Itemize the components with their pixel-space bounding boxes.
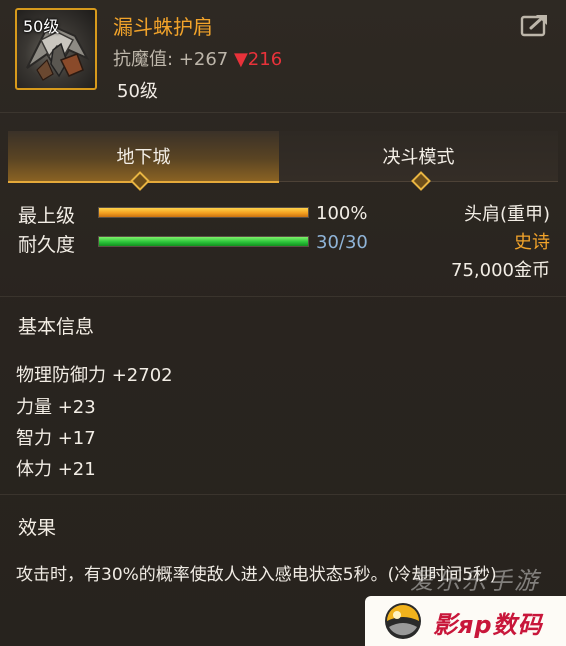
attribute-vitality: 体力 +21 — [16, 459, 96, 480]
watermark-badge-text: 影яр数码 — [433, 611, 543, 639]
tab-label: 决斗模式 — [382, 147, 455, 168]
anti-magic-stat: 抗魔值: +267 ▼216 — [113, 45, 282, 71]
anti-magic-decrease: ▼216 — [233, 49, 283, 70]
section-divider — [0, 494, 566, 495]
attribute-intelligence: 智力 +17 — [16, 428, 96, 449]
share-button[interactable] — [520, 12, 550, 38]
durability-value: 30/30 — [316, 232, 368, 253]
attribute-strength: 力量 +23 — [16, 397, 96, 418]
attribute-physical-defense: 物理防御力 +2702 — [16, 365, 173, 386]
watermark-badge: 影яр数码 — [365, 596, 566, 646]
share-icon — [520, 15, 547, 37]
grade-bar-fill — [99, 208, 308, 217]
watermark-text: 爱乐乐手游 — [410, 567, 540, 595]
level-requirement: 50级 — [117, 81, 158, 102]
mode-tabs: 地下城 决斗模式 — [8, 131, 558, 183]
item-icon[interactable]: 50级 — [15, 8, 97, 90]
icon-level-badge: 50级 — [23, 17, 60, 36]
grade-label: 最上级 — [18, 205, 76, 227]
grade-bar — [98, 207, 309, 218]
effect-title: 效果 — [18, 517, 57, 539]
durability-bar-fill — [99, 237, 308, 246]
grade-value: 100% — [316, 203, 368, 224]
tab-label: 地下城 — [116, 147, 171, 168]
item-tooltip-panel: 50级 漏斗蛛护肩 抗魔值: +267 ▼216 50级 地下城 决斗模式 最上… — [0, 0, 566, 646]
durability-bar — [98, 236, 309, 247]
watermark-logo-icon — [385, 603, 421, 639]
item-name: 漏斗蛛护肩 — [113, 15, 213, 39]
section-divider — [0, 296, 566, 297]
item-header: 50级 漏斗蛛护肩 抗魔值: +267 ▼216 50级 — [0, 0, 566, 112]
item-price: 75,000金币 — [451, 260, 550, 281]
equipment-slot: 头肩(重甲) — [463, 204, 550, 225]
basic-info-title: 基本信息 — [18, 316, 95, 338]
durability-label: 耐久度 — [18, 234, 76, 256]
anti-magic-label: 抗魔值: +267 — [113, 49, 229, 70]
header-divider — [0, 112, 566, 113]
rarity-label: 史诗 — [514, 232, 550, 253]
